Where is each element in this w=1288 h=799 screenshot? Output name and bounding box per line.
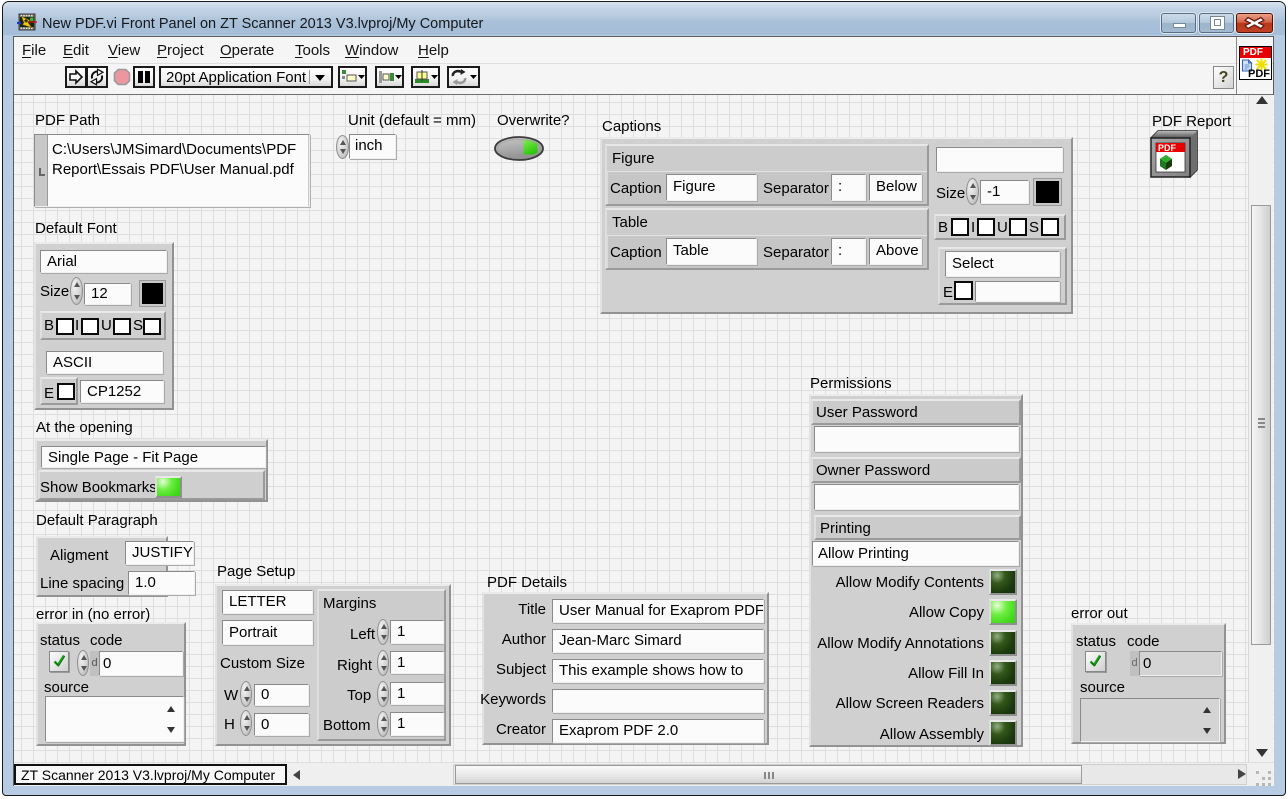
svg-text:PDF: PDF [1158, 143, 1177, 153]
